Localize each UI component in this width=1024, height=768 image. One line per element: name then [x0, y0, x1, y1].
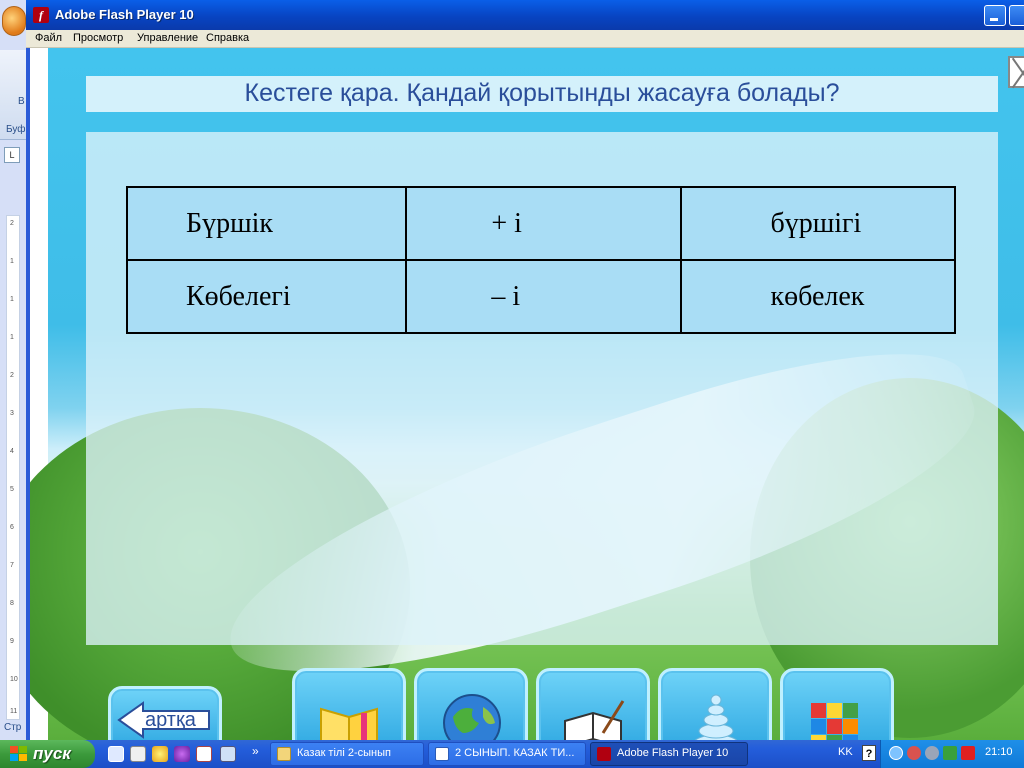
- help-icon[interactable]: ?: [862, 745, 876, 761]
- table-cell: – і: [405, 259, 683, 334]
- settings-icon[interactable]: [196, 746, 212, 762]
- start-button[interactable]: пуск: [0, 740, 95, 768]
- minimize-button[interactable]: [984, 5, 1006, 26]
- word-ribbon: В Буф: [0, 50, 29, 140]
- notebook-button[interactable]: [536, 668, 650, 740]
- table-cell: + і: [405, 186, 683, 261]
- windows-logo-icon: [10, 746, 27, 761]
- task-button[interactable]: Казак тілі 2-сынып: [270, 742, 424, 766]
- ruler-number: 8: [10, 600, 14, 607]
- folder-icon: [277, 747, 291, 761]
- office-button-icon[interactable]: [2, 6, 26, 36]
- word-table: Бүршік + і бүршігі Көбелегі – і көбелек: [125, 186, 956, 334]
- ruler-number: 1: [10, 296, 14, 303]
- status-page-label: Стр: [4, 722, 22, 733]
- show-desktop-icon[interactable]: [108, 746, 124, 762]
- ruler-number: 5: [10, 486, 14, 493]
- back-button-label: артқа: [145, 709, 196, 731]
- clock: 21:10: [985, 746, 1013, 758]
- window-title: Adobe Flash Player 10: [55, 7, 194, 22]
- question-text: Кестеге қара. Қандай қорытынды жасауға б…: [244, 79, 840, 107]
- flash-stage: Кестеге қара. Қандай қорытынды жасауға б…: [30, 48, 1024, 740]
- tray-back-icon[interactable]: [889, 746, 903, 760]
- flash-player-icon: [597, 747, 611, 761]
- task-label: Казак тілі 2-сынып: [297, 747, 391, 759]
- tab-selector-button[interactable]: L: [4, 147, 20, 163]
- table-cell: Бүршік: [125, 186, 408, 261]
- table-row: Көбелегі – і көбелек: [125, 259, 956, 334]
- menu-file[interactable]: Файл: [35, 32, 62, 44]
- ruler-number: 10: [10, 676, 18, 683]
- language-indicator[interactable]: KK: [838, 746, 853, 758]
- ruler-number: 1: [10, 334, 14, 341]
- table-cell: көбелек: [680, 259, 956, 334]
- ruler-number: 7: [10, 562, 14, 569]
- notebook-pen-icon: [564, 700, 625, 740]
- quicklaunch-chevron-icon[interactable]: »: [252, 744, 259, 758]
- pyramid-toy-button[interactable]: [658, 668, 772, 740]
- network-icon[interactable]: [220, 746, 236, 762]
- table-row: Бүршік + і бүршігі: [125, 186, 956, 261]
- tray-volume-icon[interactable]: [925, 746, 939, 760]
- pyramid-toy-icon: [694, 694, 738, 740]
- tray-antivirus-icon[interactable]: [961, 746, 975, 760]
- book-button[interactable]: [292, 668, 406, 740]
- ribbon-group-label: Буф: [6, 124, 26, 135]
- tray-security-icon[interactable]: [943, 746, 957, 760]
- ruler-number: 6: [10, 524, 14, 531]
- rubiks-cube-button[interactable]: [780, 668, 894, 740]
- ruler-number: 11: [10, 708, 18, 715]
- back-button[interactable]: артқа: [108, 686, 222, 740]
- task-button[interactable]: Adobe Flash Player 10: [590, 742, 748, 766]
- flash-player-icon: f: [33, 7, 49, 23]
- menu-help[interactable]: Справка: [206, 32, 249, 44]
- globe-icon: [443, 694, 501, 740]
- taskbar: пуск » Казак тілі 2-сынып 2 СЫНЫП. КАЗАК…: [0, 740, 1024, 768]
- ruler-number: 2: [10, 220, 14, 227]
- table-cell: бүршігі: [680, 186, 956, 261]
- ribbon-char: В: [18, 96, 25, 107]
- table-cell: Көбелегі: [125, 259, 408, 334]
- menu-view[interactable]: Просмотр: [73, 32, 123, 44]
- title-bar[interactable]: f Adobe Flash Player 10: [26, 0, 1024, 30]
- ruler-number: 2: [10, 372, 14, 379]
- question-banner: Кестеге қара. Қандай қорытынды жасауға б…: [86, 76, 998, 112]
- menu-control[interactable]: Управление: [137, 32, 198, 44]
- task-button[interactable]: 2 СЫНЫП. КАЗАК ТИ...: [428, 742, 586, 766]
- rubiks-cube-icon: [811, 703, 858, 740]
- browser-icon[interactable]: [174, 746, 190, 762]
- close-x-icon[interactable]: [1008, 56, 1024, 88]
- task-label: 2 СЫНЫП. КАЗАК ТИ...: [455, 747, 575, 759]
- save-disk-icon[interactable]: [130, 746, 146, 762]
- start-label: пуск: [33, 744, 71, 763]
- media-player-icon[interactable]: [152, 746, 168, 762]
- task-label: Adobe Flash Player 10: [617, 747, 729, 759]
- ruler-number: 3: [10, 410, 14, 417]
- tray-network-icon[interactable]: [907, 746, 921, 760]
- globe-button[interactable]: [414, 668, 528, 740]
- ruler-number: 9: [10, 638, 14, 645]
- ruler-number: 4: [10, 448, 14, 455]
- flash-player-window: f Adobe Flash Player 10 Файл Просмотр Уп…: [26, 0, 1024, 740]
- word-document-icon: [435, 747, 449, 761]
- restore-button[interactable]: [1009, 5, 1024, 26]
- book-icon: [320, 707, 378, 740]
- menu-bar: Файл Просмотр Управление Справка: [26, 30, 1024, 48]
- ruler-number: 1: [10, 258, 14, 265]
- vertical-ruler: 2 1 1 1 2 3 4 5 6 7 8 9 10 11: [6, 215, 20, 720]
- exercise-panel: Бүршік + і бүршігі Көбелегі – і көбелек: [86, 132, 998, 645]
